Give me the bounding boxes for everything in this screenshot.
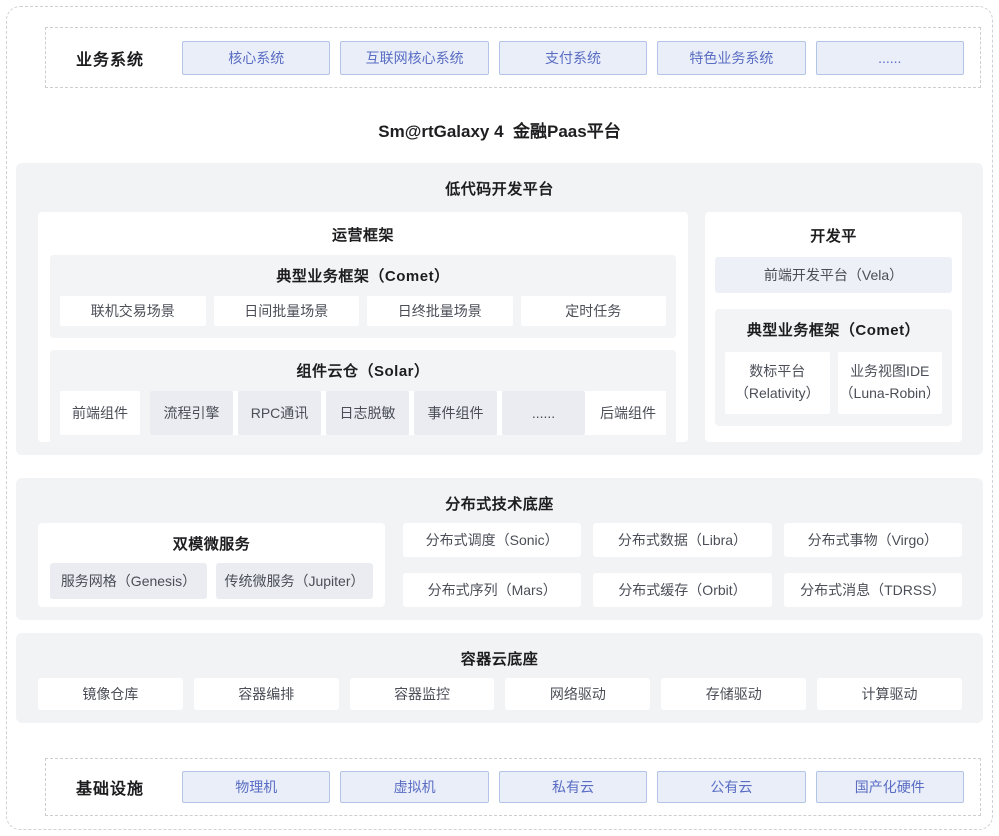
infrastructure-panel: 基础设施 物理机 虚拟机 私有云 公有云 国产化硬件 bbox=[45, 758, 981, 816]
solar-component-warehouse-title: 组件云仓（Solar） bbox=[60, 350, 666, 391]
dev-comet-row: 数标平台 （Relativity） 业务视图IDE （Luna-Robin） bbox=[725, 352, 942, 414]
chip-genesis-service-mesh[interactable]: 服务网格（Genesis） bbox=[50, 563, 207, 599]
chip-orbit-distributed-cache[interactable]: 分布式缓存（Orbit） bbox=[593, 573, 771, 607]
chip-jupiter-traditional-microservices[interactable]: 传统微服务（Jupiter） bbox=[216, 563, 373, 599]
infrastructure-label: 基础设施 bbox=[76, 775, 144, 799]
chip-public-cloud[interactable]: 公有云 bbox=[657, 771, 805, 803]
dual-mode-microservices-card: 双模微服务 服务网格（Genesis） 传统微服务（Jupiter） bbox=[38, 523, 385, 607]
chip-network-driver[interactable]: 网络驱动 bbox=[505, 678, 650, 710]
chip-core-system[interactable]: 核心系统 bbox=[182, 41, 330, 75]
chip-backend-components[interactable]: 后端组件 bbox=[590, 391, 666, 435]
dev-comet-framework-title: 典型业务框架（Comet） bbox=[725, 309, 942, 350]
container-cloud-row: 镜像仓库 容器编排 容器监控 网络驱动 存储驱动 计算驱动 bbox=[38, 678, 962, 710]
operation-frame-title: 运营框架 bbox=[50, 224, 676, 245]
chip-image-repository[interactable]: 镜像仓库 bbox=[38, 678, 183, 710]
chip-daytime-batch-scenario[interactable]: 日间批量场景 bbox=[214, 296, 360, 326]
chip-container-orchestration[interactable]: 容器编排 bbox=[194, 678, 339, 710]
chip-online-trading-scenario[interactable]: 联机交易场景 bbox=[60, 296, 206, 326]
chip-sonic-distributed-scheduling[interactable]: 分布式调度（Sonic） bbox=[403, 523, 581, 557]
chip-business-ellipsis[interactable]: ...... bbox=[816, 41, 964, 75]
chip-rpc-communication[interactable]: RPC通讯 bbox=[238, 391, 321, 435]
chip-tdrss-distributed-message[interactable]: 分布式消息（TDRSS） bbox=[784, 573, 962, 607]
lowcode-platform-body: 运营框架 典型业务框架（Comet） 联机交易场景 日间批量场景 日终批量场景 … bbox=[38, 212, 962, 442]
comet-business-framework-title: 典型业务框架（Comet） bbox=[60, 255, 666, 296]
chip-compute-driver[interactable]: 计算驱动 bbox=[817, 678, 962, 710]
chip-vela-frontend-platform[interactable]: 前端开发平台（Vela） bbox=[715, 257, 952, 293]
chip-endofday-batch-scenario[interactable]: 日终批量场景 bbox=[367, 296, 513, 326]
chip-domestic-hardware[interactable]: 国产化硬件 bbox=[816, 771, 964, 803]
chip-physical-machine[interactable]: 物理机 bbox=[182, 771, 330, 803]
chip-special-business-system[interactable]: 特色业务系统 bbox=[657, 41, 805, 75]
chip-libra-distributed-data[interactable]: 分布式数据（Libra） bbox=[593, 523, 771, 557]
lowcode-platform-section: 低代码开发平台 运营框架 典型业务框架（Comet） 联机交易场景 日间批量场景… bbox=[16, 163, 983, 455]
chip-internet-core-system[interactable]: 互联网核心系统 bbox=[340, 41, 488, 75]
comet-scenario-row: 联机交易场景 日间批量场景 日终批量场景 定时任务 bbox=[60, 296, 666, 326]
operation-frame-card: 运营框架 典型业务框架（Comet） 联机交易场景 日间批量场景 日终批量场景 … bbox=[38, 212, 688, 442]
chip-container-monitoring[interactable]: 容器监控 bbox=[350, 678, 495, 710]
dev-platform-title: 开发平 bbox=[715, 225, 952, 246]
solar-component-warehouse-box: 组件云仓（Solar） 前端组件 流程引擎 RPC通讯 日志脱敏 事件组件 ..… bbox=[50, 350, 676, 447]
chip-virtual-machine[interactable]: 虚拟机 bbox=[340, 771, 488, 803]
chip-log-masking[interactable]: 日志脱敏 bbox=[326, 391, 409, 435]
chip-process-engine[interactable]: 流程引擎 bbox=[150, 391, 233, 435]
chip-frontend-components[interactable]: 前端组件 bbox=[60, 391, 140, 435]
distributed-tech-base-section: 分布式技术底座 双模微服务 服务网格（Genesis） 传统微服务（Jupite… bbox=[16, 478, 983, 620]
chip-scheduled-task[interactable]: 定时任务 bbox=[521, 296, 667, 326]
dev-platform-card: 开发平 前端开发平台（Vela） 典型业务框架（Comet） 数标平台 （Rel… bbox=[705, 212, 962, 442]
solar-middle-components: 流程引擎 RPC通讯 日志脱敏 事件组件 ...... 后端组件 bbox=[150, 391, 666, 435]
chip-private-cloud[interactable]: 私有云 bbox=[499, 771, 647, 803]
dual-mode-row: 服务网格（Genesis） 传统微服务（Jupiter） bbox=[50, 563, 373, 599]
chip-mars-distributed-sequence[interactable]: 分布式序列（Mars） bbox=[403, 573, 581, 607]
page-title: Sm@rtGalaxy 4 金融Paas平台 bbox=[0, 117, 999, 142]
business-systems-label: 业务系统 bbox=[76, 46, 144, 70]
chip-storage-driver[interactable]: 存储驱动 bbox=[661, 678, 806, 710]
chip-solar-ellipsis[interactable]: ...... bbox=[502, 391, 585, 435]
chip-event-components[interactable]: 事件组件 bbox=[414, 391, 497, 435]
chip-virgo-distributed-transaction[interactable]: 分布式事物（Virgo） bbox=[784, 523, 962, 557]
solar-component-row: 前端组件 流程引擎 RPC通讯 日志脱敏 事件组件 ...... 后端组件 bbox=[60, 391, 666, 435]
chip-payment-system[interactable]: 支付系统 bbox=[499, 41, 647, 75]
distributed-tech-base-title: 分布式技术底座 bbox=[16, 478, 983, 514]
distributed-tech-base-body: 双模微服务 服务网格（Genesis） 传统微服务（Jupiter） 分布式调度… bbox=[38, 523, 962, 607]
lowcode-platform-title: 低代码开发平台 bbox=[16, 163, 983, 199]
container-cloud-base-section: 容器云底座 镜像仓库 容器编排 容器监控 网络驱动 存储驱动 计算驱动 bbox=[16, 633, 983, 723]
chip-luna-robin-business-ide[interactable]: 业务视图IDE （Luna-Robin） bbox=[838, 352, 943, 414]
business-systems-panel: 业务系统 核心系统 互联网核心系统 支付系统 特色业务系统 ...... bbox=[45, 27, 981, 88]
comet-business-framework-box: 典型业务框架（Comet） 联机交易场景 日间批量场景 日终批量场景 定时任务 bbox=[50, 255, 676, 338]
dual-mode-microservices-title: 双模微服务 bbox=[50, 533, 373, 554]
chip-relativity-data-platform[interactable]: 数标平台 （Relativity） bbox=[725, 352, 830, 414]
dev-comet-framework-box: 典型业务框架（Comet） 数标平台 （Relativity） 业务视图IDE … bbox=[715, 309, 952, 426]
distributed-services-grid: 分布式调度（Sonic） 分布式数据（Libra） 分布式事物（Virgo） 分… bbox=[403, 523, 962, 607]
container-cloud-base-title: 容器云底座 bbox=[16, 633, 983, 669]
